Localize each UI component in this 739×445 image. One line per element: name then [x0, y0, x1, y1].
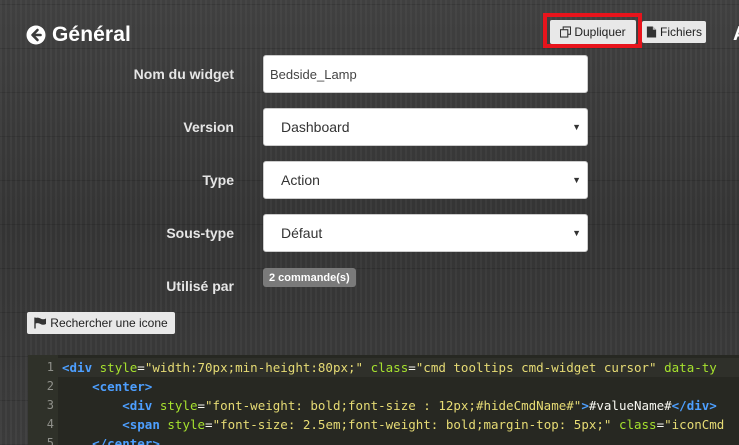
code-line: <span style="font-size: 2.5em;font-weigh… — [62, 415, 724, 434]
widget-name-label: Nom du widget — [133, 66, 234, 82]
editor-gutter: 1 2 3 4 5 — [28, 355, 58, 445]
version-select[interactable]: Dashboard ▼ — [263, 108, 588, 146]
subtype-select[interactable]: Défaut ▼ — [263, 214, 588, 252]
subtype-select-value: Défaut — [281, 225, 323, 241]
line-number: 5 — [46, 436, 54, 445]
code-line: <div style="width:70px;min-height:80px;"… — [62, 358, 724, 377]
code-token: style — [99, 360, 138, 375]
code-token: style — [167, 417, 206, 432]
files-button[interactable]: Fichiers — [642, 21, 706, 43]
line-number: 3 — [46, 398, 54, 412]
flag-icon — [34, 317, 47, 329]
code-token: "width:70px;min-height:80px;" — [144, 360, 364, 375]
code-editor[interactable]: 12345 <div style="width:70px;min-height:… — [28, 355, 739, 445]
highlight-annotation-box — [543, 13, 642, 48]
code-line: </center> — [62, 434, 724, 445]
code-token: class — [618, 417, 657, 432]
line-number: 4 — [46, 417, 54, 431]
type-select[interactable]: Action ▼ — [263, 161, 588, 199]
code-token: class — [370, 360, 409, 375]
type-select-value: Action — [281, 172, 320, 188]
version-label: Version — [183, 119, 234, 135]
search-icon-button[interactable]: Rechercher une icone — [27, 312, 175, 334]
code-token: = — [137, 360, 145, 375]
code-line: <center> — [62, 377, 724, 396]
version-select-value: Dashboard — [281, 119, 350, 135]
page-header: Général — [26, 22, 131, 48]
code-token: style — [159, 398, 198, 413]
code-token: <span — [122, 417, 160, 432]
dropdown-arrow-icon: ▼ — [572, 175, 581, 185]
page-title: Général — [52, 23, 131, 46]
code-token: <div — [122, 398, 153, 413]
code-token: "cmd tooltips cmd-widget cursor" — [415, 360, 657, 375]
dropdown-arrow-icon: ▼ — [572, 122, 581, 132]
code-token: <center> — [92, 379, 153, 394]
code-token: <div — [62, 360, 93, 375]
dropdown-arrow-icon: ▼ — [572, 228, 581, 238]
cropped-header-text: A — [733, 23, 739, 46]
code-token: = — [656, 417, 665, 432]
code-token: = — [197, 398, 206, 413]
used-by-badge[interactable]: 2 commande(s) — [263, 268, 356, 287]
widget-name-input[interactable] — [263, 55, 588, 93]
code-token: #valueName# — [588, 398, 672, 413]
subtype-label: Sous-type — [166, 225, 234, 241]
search-icon-button-label: Rechercher une icone — [50, 316, 168, 330]
line-number: 2 — [46, 379, 54, 393]
code-line: <div style="font-weight: bold;font-size … — [62, 396, 724, 415]
code-token: = — [205, 417, 213, 432]
files-button-label: Fichiers — [659, 25, 702, 39]
code-token: "font-size: 2.5em;font-weight: bold;marg… — [212, 417, 612, 432]
code-token: "font-weight: bold;font-size : 12px;#hid… — [205, 398, 582, 413]
file-icon — [646, 26, 657, 38]
back-arrow-icon[interactable] — [26, 25, 46, 45]
code-token: </center> — [92, 436, 160, 445]
code-token: > — [581, 398, 589, 413]
code-token: </div> — [671, 398, 717, 413]
editor-code[interactable]: <div style="width:70px;min-height:80px;"… — [62, 358, 724, 445]
code-token: data-ty — [664, 360, 717, 375]
type-label: Type — [202, 172, 234, 188]
line-number: 1 — [46, 360, 54, 374]
code-token: "iconCmd — [664, 417, 725, 432]
used-by-label: Utilisé par — [166, 278, 234, 294]
code-token: = — [408, 360, 416, 375]
